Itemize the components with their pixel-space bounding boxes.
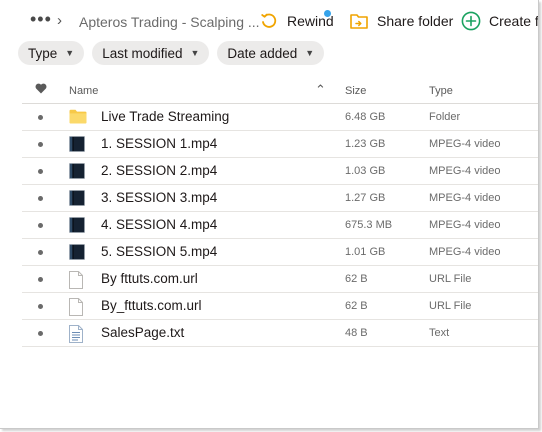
breadcrumb[interactable]: Apteros Trading - Scalping ... bbox=[79, 14, 260, 30]
file-type: Folder bbox=[429, 111, 461, 123]
file-type: URL File bbox=[429, 300, 472, 312]
filter-type-label: Type bbox=[28, 45, 58, 61]
table-row[interactable]: 5. SESSION 5.mp4 1.01 GB MPEG-4 video bbox=[22, 239, 538, 266]
row-menu-dot[interactable] bbox=[38, 115, 43, 120]
file-name[interactable]: By_fttuts.com.url bbox=[101, 298, 202, 313]
filter-date-added-label: Date added bbox=[227, 45, 298, 61]
sort-up-icon[interactable]: ⌃ bbox=[315, 82, 326, 98]
url-file-icon bbox=[69, 298, 87, 316]
filter-last-modified[interactable]: Last modified ▼ bbox=[92, 41, 210, 65]
video-icon bbox=[69, 244, 87, 260]
heart-icon[interactable] bbox=[35, 83, 47, 97]
filter-type[interactable]: Type ▼ bbox=[18, 41, 85, 65]
share-folder-label: Share folder bbox=[377, 13, 454, 29]
file-size: 675.3 MB bbox=[345, 219, 393, 231]
file-size: 1.27 GB bbox=[345, 192, 386, 204]
file-size: 62 B bbox=[345, 273, 368, 285]
file-size: 1.23 GB bbox=[345, 138, 386, 150]
table-row[interactable]: Live Trade Streaming 6.48 GB Folder bbox=[22, 104, 538, 131]
video-icon bbox=[69, 136, 87, 152]
share-folder-button[interactable]: Share folder bbox=[349, 8, 453, 34]
file-browser-window: ••• › Apteros Trading - Scalping ... Rew… bbox=[0, 0, 539, 429]
more-options-icon[interactable]: ••• bbox=[30, 10, 52, 28]
file-type: MPEG-4 video bbox=[429, 138, 501, 150]
file-name[interactable]: 2. SESSION 2.mp4 bbox=[101, 163, 217, 178]
table-row[interactable]: 4. SESSION 4.mp4 675.3 MB MPEG-4 video bbox=[22, 212, 538, 239]
column-type[interactable]: Type bbox=[429, 85, 453, 97]
file-size: 1.01 GB bbox=[345, 246, 386, 258]
chevron-right-icon: › bbox=[57, 12, 62, 29]
row-menu-dot[interactable] bbox=[38, 250, 43, 255]
video-icon bbox=[69, 190, 87, 206]
table-row[interactable]: 1. SESSION 1.mp4 1.23 GB MPEG-4 video bbox=[22, 131, 538, 158]
table-row[interactable]: By fttuts.com.url 62 B URL File bbox=[22, 266, 538, 293]
notification-dot bbox=[324, 10, 331, 17]
file-type: MPEG-4 video bbox=[429, 165, 501, 177]
file-type: MPEG-4 video bbox=[429, 219, 501, 231]
file-name[interactable]: 1. SESSION 1.mp4 bbox=[101, 136, 217, 151]
file-table: Name ⌃ Size Type Live Trade Streaming 6.4… bbox=[22, 77, 538, 347]
file-rows: Live Trade Streaming 6.48 GB Folder 1. SESS… bbox=[22, 104, 538, 347]
table-row[interactable]: SalesPage.txt 48 B Text bbox=[22, 320, 538, 347]
rewind-button[interactable]: Rewind bbox=[259, 8, 334, 34]
share-folder-icon bbox=[349, 11, 369, 31]
video-icon bbox=[69, 163, 87, 179]
row-menu-dot[interactable] bbox=[38, 196, 43, 201]
row-menu-dot[interactable] bbox=[38, 304, 43, 309]
file-name[interactable]: 4. SESSION 4.mp4 bbox=[101, 217, 217, 232]
url-file-icon bbox=[69, 271, 87, 289]
file-name[interactable]: By fttuts.com.url bbox=[101, 271, 198, 286]
row-menu-dot[interactable] bbox=[38, 223, 43, 228]
file-name[interactable]: SalesPage.txt bbox=[101, 325, 184, 340]
column-size[interactable]: Size bbox=[345, 85, 366, 97]
file-name[interactable]: 5. SESSION 5.mp4 bbox=[101, 244, 217, 259]
header-bar: ••• › Apteros Trading - Scalping ... Rew… bbox=[0, 0, 538, 42]
plus-circle-icon bbox=[461, 11, 481, 31]
table-row[interactable]: 2. SESSION 2.mp4 1.03 GB MPEG-4 video bbox=[22, 158, 538, 185]
filter-bar: Type ▼ Last modified ▼ Date added ▼ bbox=[18, 41, 325, 65]
chevron-down-icon: ▼ bbox=[305, 48, 315, 58]
row-menu-dot[interactable] bbox=[38, 277, 43, 282]
video-icon bbox=[69, 217, 87, 233]
folder-icon bbox=[69, 109, 87, 125]
chevron-down-icon: ▼ bbox=[65, 48, 75, 58]
chevron-down-icon: ▼ bbox=[190, 48, 200, 58]
file-name[interactable]: 3. SESSION 3.mp4 bbox=[101, 190, 217, 205]
file-type: MPEG-4 video bbox=[429, 246, 501, 258]
file-type: MPEG-4 video bbox=[429, 192, 501, 204]
file-size: 48 B bbox=[345, 327, 368, 339]
column-name[interactable]: Name bbox=[69, 85, 98, 97]
row-menu-dot[interactable] bbox=[38, 169, 43, 174]
file-type: URL File bbox=[429, 273, 472, 285]
text-file-icon bbox=[69, 325, 87, 343]
filter-date-added[interactable]: Date added ▼ bbox=[217, 41, 325, 65]
table-row[interactable]: 3. SESSION 3.mp4 1.27 GB MPEG-4 video bbox=[22, 185, 538, 212]
row-menu-dot[interactable] bbox=[38, 331, 43, 336]
rewind-icon bbox=[259, 11, 279, 31]
table-header: Name ⌃ Size Type bbox=[22, 77, 538, 104]
file-size: 62 B bbox=[345, 300, 368, 312]
create-folder-button[interactable]: Create fol bbox=[461, 8, 539, 34]
file-size: 6.48 GB bbox=[345, 111, 386, 123]
table-row[interactable]: By_fttuts.com.url 62 B URL File bbox=[22, 293, 538, 320]
file-size: 1.03 GB bbox=[345, 165, 386, 177]
create-folder-label: Create fol bbox=[489, 13, 539, 29]
row-menu-dot[interactable] bbox=[38, 142, 43, 147]
filter-last-modified-label: Last modified bbox=[102, 45, 183, 61]
file-name[interactable]: Live Trade Streaming bbox=[101, 109, 229, 124]
file-type: Text bbox=[429, 327, 450, 339]
